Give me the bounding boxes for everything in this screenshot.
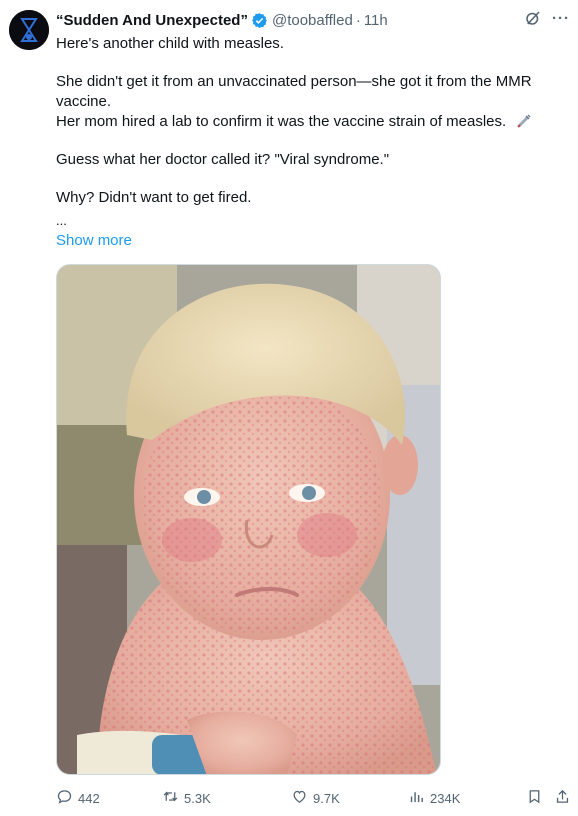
ellipsis: ... (56, 213, 67, 228)
tweet-line-2: She didn't get it from an unvaccinated p… (56, 73, 532, 110)
bookmark-icon (526, 788, 543, 808)
tweet-line-5: Why? Didn't want to get fired. (56, 189, 252, 206)
more-icon[interactable]: ··· (552, 10, 570, 27)
syringe-icon (516, 113, 532, 129)
timestamp[interactable]: 11h (364, 12, 388, 29)
tweet-photo[interactable] (56, 264, 441, 775)
share-button[interactable] (554, 788, 571, 808)
handle[interactable]: @toobaffled (272, 12, 353, 29)
tweet-line-4: Guess what her doctor called it? "Viral … (56, 151, 390, 168)
tweet-line-3: Her mom hired a lab to confirm it was th… (56, 112, 561, 132)
share-icon (554, 788, 571, 808)
like-icon (291, 788, 308, 808)
tweet-actions: 442 5.3K 9.7K 234K (56, 786, 572, 810)
retweet-icon (162, 788, 179, 808)
reply-count: 442 (78, 790, 100, 806)
separator: · (355, 11, 361, 29)
reply-button[interactable]: 442 (56, 788, 100, 808)
tweet-top-actions: ··· (524, 9, 570, 27)
like-button[interactable]: 9.7K (291, 788, 340, 808)
tweet[interactable]: “Sudden And Unexpected” @toobaffled · 11… (0, 0, 578, 816)
verified-badge-icon (251, 12, 268, 29)
bookmark-button[interactable] (526, 788, 543, 808)
display-name[interactable]: “Sudden And Unexpected” (56, 12, 248, 29)
grok-icon[interactable] (524, 9, 542, 27)
views-icon (408, 788, 425, 808)
tweet-line-1: Here's another child with measles. (56, 35, 284, 52)
views-button[interactable]: 234K (408, 788, 460, 808)
like-count: 9.7K (313, 790, 340, 806)
avatar[interactable] (9, 10, 49, 50)
retweet-button[interactable]: 5.3K (162, 788, 211, 808)
retweet-count: 5.3K (184, 790, 211, 806)
tweet-text: Here's another child with measles. She d… (56, 34, 561, 208)
views-count: 234K (430, 790, 461, 806)
reply-icon (56, 788, 73, 808)
show-more-link[interactable]: Show more (56, 232, 132, 249)
tweet-header: “Sudden And Unexpected” @toobaffled · 11… (56, 9, 568, 31)
